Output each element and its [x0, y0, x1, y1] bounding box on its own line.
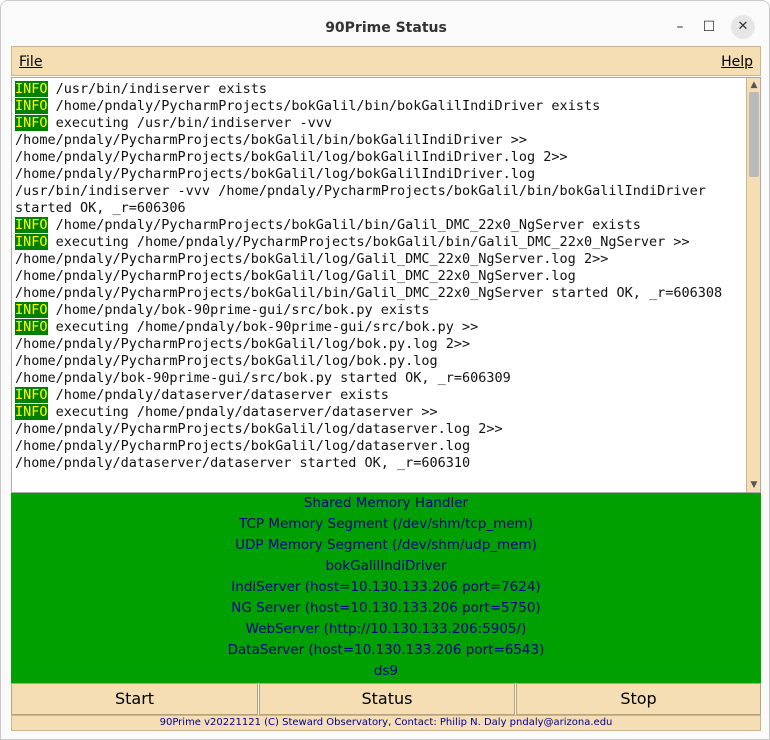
log-line: INFO /home/pndaly/PycharmProjects/bokGal…	[15, 217, 742, 234]
info-tag: INFO	[15, 81, 48, 97]
log-line-text: /home/pndaly/PycharmProjects/bokGalil/lo…	[15, 268, 576, 284]
log-line: INFO /usr/bin/indiserver exists	[15, 81, 742, 98]
log-line-text: executing /usr/bin/indiserver -vvv	[47, 115, 332, 131]
status-line: DataServer (host=10.130.133.206 port=654…	[227, 642, 545, 658]
window-title: 90Prime Status	[325, 20, 447, 36]
log-line: INFO executing /home/pndaly/bok-90prime-…	[15, 319, 742, 336]
log-line: /home/pndaly/PycharmProjects/bokGalil/bi…	[15, 285, 742, 302]
log-line-text: /home/pndaly/dataserver/dataserver exist…	[47, 387, 389, 403]
log-lines: INFO /usr/bin/indiserver exists INFO /hom…	[15, 81, 742, 489]
log-line-text: /home/pndaly/PycharmProjects/bokGalil/lo…	[15, 421, 503, 437]
info-tag: INFO	[15, 115, 48, 131]
start-button[interactable]: Start	[11, 683, 258, 715]
stop-button[interactable]: Stop	[516, 683, 761, 715]
close-button[interactable]: ✕	[731, 15, 755, 39]
log-line: /home/pndaly/dataserver/dataserver start…	[15, 455, 742, 472]
status-line: TCP Memory Segment (/dev/shm/tcp_mem)	[239, 516, 533, 532]
log-line-text: /home/pndaly/PycharmProjects/bokGalil/bi…	[15, 132, 528, 148]
log-line: INFO executing /home/pndaly/PycharmProje…	[15, 234, 742, 251]
log-line: /home/pndaly/PycharmProjects/bokGalil/lo…	[15, 166, 742, 183]
log-line: /usr/bin/indiserver -vvv /home/pndaly/Py…	[15, 183, 742, 200]
info-tag: INFO	[15, 217, 48, 233]
status-button[interactable]: Status	[259, 683, 515, 715]
log-line-text: /home/pndaly/bok-90prime-gui/src/bok.py …	[47, 302, 430, 318]
title-bar[interactable]: 90Prime Status – ☐ ✕	[1, 1, 769, 45]
info-tag: INFO	[15, 98, 48, 114]
button-bar: Start Status Stop	[11, 683, 761, 715]
minimize-button[interactable]: –	[668, 15, 692, 39]
scroll-down-icon[interactable]: ▼	[748, 479, 760, 491]
log-line-text: /home/pndaly/dataserver/dataserver start…	[15, 455, 471, 471]
menu-help[interactable]: Help	[721, 47, 753, 75]
scroll-thumb[interactable]	[749, 92, 759, 177]
log-line-text: /home/pndaly/PycharmProjects/bokGalil/bi…	[15, 285, 723, 301]
log-line-text: started OK, _r=606306	[15, 200, 186, 216]
log-line-text: /home/pndaly/PycharmProjects/bokGalil/lo…	[15, 438, 471, 454]
status-line: NG Server (host=10.130.133.206 port=5750…	[231, 600, 541, 616]
maximize-button[interactable]: ☐	[697, 15, 721, 39]
log-line: INFO executing /usr/bin/indiserver -vvv	[15, 115, 742, 132]
footer-credit: 90Prime v20221121 (C) Steward Observator…	[11, 715, 761, 731]
log-line-text: /home/pndaly/bok-90prime-gui/src/bok.py …	[15, 370, 511, 386]
log-line-text: /home/pndaly/PycharmProjects/bokGalil/lo…	[15, 336, 471, 352]
status-line: UDP Memory Segment (/dev/shm/udp_mem)	[235, 537, 537, 553]
log-line: /home/pndaly/PycharmProjects/bokGalil/lo…	[15, 268, 742, 285]
status-line: Shared Memory Handler	[303, 495, 469, 511]
log-line-text: executing /home/pndaly/bok-90prime-gui/s…	[47, 319, 479, 335]
log-line: INFO /home/pndaly/bok-90prime-gui/src/bo…	[15, 302, 742, 319]
log-line-text: executing /home/pndaly/dataserver/datase…	[47, 404, 438, 420]
log-line-text: /usr/bin/indiserver exists	[47, 81, 267, 97]
log-line: /home/pndaly/PycharmProjects/bokGalil/lo…	[15, 438, 742, 455]
log-line-text: /home/pndaly/PycharmProjects/bokGalil/lo…	[15, 353, 438, 369]
log-line-text: /home/pndaly/PycharmProjects/bokGalil/lo…	[15, 166, 536, 182]
log-line-text: executing /home/pndaly/PycharmProjects/b…	[47, 234, 690, 250]
log-line-text: /home/pndaly/PycharmProjects/bokGalil/bi…	[47, 217, 641, 233]
log-line: INFO /home/pndaly/PycharmProjects/bokGal…	[15, 98, 742, 115]
log-line: /home/pndaly/PycharmProjects/bokGalil/lo…	[15, 251, 742, 268]
status-line: IndiServer (host=10.130.133.206 port=762…	[231, 579, 541, 595]
log-line: INFO executing /home/pndaly/dataserver/d…	[15, 404, 742, 421]
status-line: WebServer (http://10.130.133.206:5905/)	[245, 621, 527, 637]
info-tag: INFO	[15, 404, 48, 420]
log-line-text: /home/pndaly/PycharmProjects/bokGalil/bi…	[47, 98, 601, 114]
log-text-area[interactable]: INFO /usr/bin/indiserver exists INFO /hom…	[11, 77, 761, 493]
log-line: /home/pndaly/PycharmProjects/bokGalil/lo…	[15, 421, 742, 438]
app-window: 90Prime Status – ☐ ✕ File Help INFO /usr…	[0, 0, 770, 740]
log-scrollbar[interactable]: ▲ ▼	[746, 78, 760, 492]
menu-file[interactable]: File	[19, 47, 42, 75]
status-line: ds9	[373, 663, 399, 679]
log-line: /home/pndaly/PycharmProjects/bokGalil/lo…	[15, 353, 742, 370]
log-line: /home/pndaly/PycharmProjects/bokGalil/lo…	[15, 336, 742, 353]
status-line: bokGalilIndiDriver	[325, 558, 447, 574]
scroll-up-icon[interactable]: ▲	[748, 79, 760, 91]
log-line-text: /home/pndaly/PycharmProjects/bokGalil/lo…	[15, 149, 568, 165]
log-line: started OK, _r=606306	[15, 200, 742, 217]
log-line-text: /usr/bin/indiserver -vvv /home/pndaly/Py…	[15, 183, 706, 199]
info-tag: INFO	[15, 319, 48, 335]
log-line: /home/pndaly/PycharmProjects/bokGalil/lo…	[15, 149, 742, 166]
log-line: /home/pndaly/bok-90prime-gui/src/bok.py …	[15, 370, 742, 387]
log-line: INFO /home/pndaly/dataserver/dataserver …	[15, 387, 742, 404]
info-tag: INFO	[15, 387, 48, 403]
info-tag: INFO	[15, 234, 48, 250]
log-line-text: /home/pndaly/PycharmProjects/bokGalil/lo…	[15, 251, 609, 267]
menu-bar: File Help	[11, 46, 761, 76]
info-tag: INFO	[15, 302, 48, 318]
status-panel: Shared Memory Handler TCP Memory Segment …	[11, 493, 761, 683]
log-line: /home/pndaly/PycharmProjects/bokGalil/bi…	[15, 132, 742, 149]
